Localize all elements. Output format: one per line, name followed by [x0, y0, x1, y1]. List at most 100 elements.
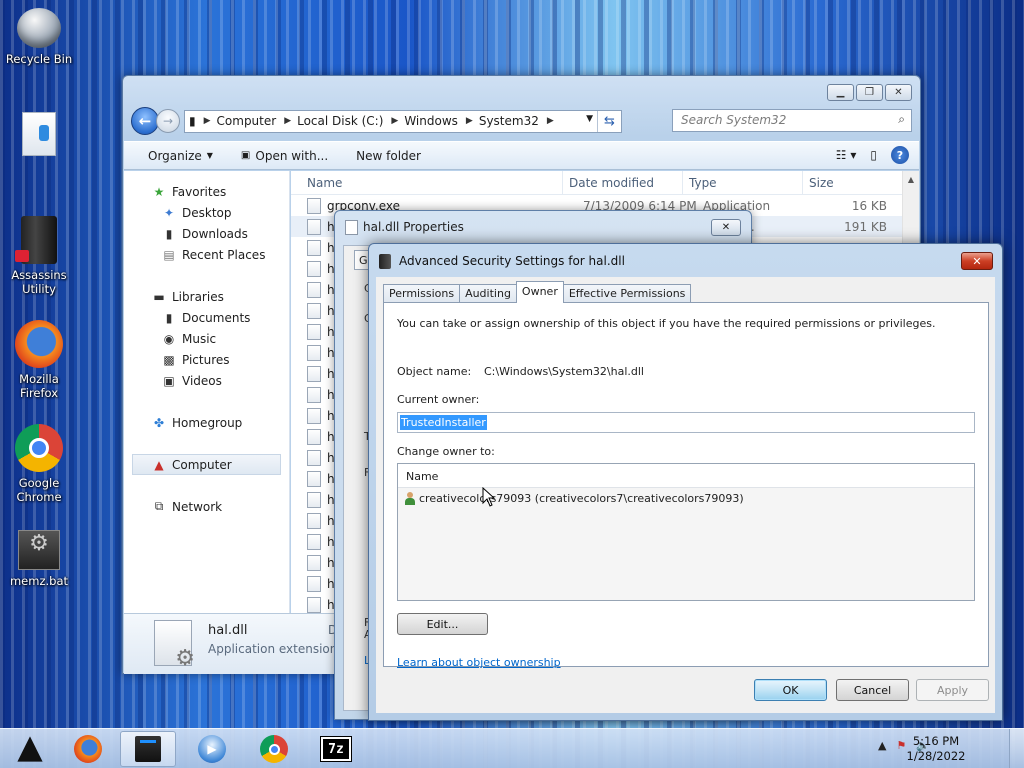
media-player-icon: ▶ [198, 735, 226, 763]
breadcrumb-local-disk[interactable]: Local Disk (C:) [297, 114, 389, 128]
utility-box-icon [15, 216, 57, 264]
breadcrumb-computer[interactable]: Computer [217, 114, 283, 128]
start-logo-icon [17, 736, 43, 762]
nav-desktop[interactable]: ✦ Desktop [124, 202, 289, 223]
nav-recent-places[interactable]: ▤ Recent Places [124, 244, 289, 265]
desktop-icon-firefox[interactable]: Mozilla Firefox [0, 320, 78, 400]
application-icon [307, 197, 321, 214]
help-icon[interactable]: ? [891, 146, 909, 164]
start-button[interactable] [2, 731, 58, 767]
chevron-right-icon[interactable]: ▶ [464, 116, 479, 126]
column-date-modified[interactable]: Date modified [563, 171, 683, 194]
cancel-button[interactable]: Cancel [836, 679, 909, 701]
chevron-right-icon[interactable]: ▶ [545, 116, 560, 126]
desktop-icon-chrome[interactable]: Google Chrome [0, 424, 78, 504]
organize-label: Organize [148, 148, 202, 163]
nav-network[interactable]: ⧉ Network [124, 496, 289, 517]
view-controls: ☷ ▾ ▯ ? [836, 146, 909, 164]
breadcrumb-system32[interactable]: System32 [479, 114, 545, 128]
nav-videos[interactable]: ▣ Videos [124, 370, 289, 391]
desktop-icon-label: Mozilla Firefox [19, 372, 59, 400]
details-file-name: hal.dll [208, 623, 248, 638]
computer-drive-icon: ▮ [189, 114, 196, 128]
column-size[interactable]: Size [803, 171, 873, 194]
nav-pictures[interactable]: ▩ Pictures [124, 349, 289, 370]
open-with-button[interactable]: ▣ Open with... [241, 149, 328, 163]
show-desktop-button[interactable] [1009, 729, 1024, 768]
organize-button[interactable]: Organize ▼ [148, 149, 213, 163]
nav-favorites[interactable]: ★ Favorites [124, 181, 289, 202]
nav-homegroup[interactable]: ✤ Homegroup [124, 412, 289, 433]
documents-icon: ▮ [165, 310, 173, 325]
view-options-icon[interactable]: ☷ ▾ [836, 148, 857, 162]
nav-documents[interactable]: ▮ Documents [124, 307, 289, 328]
chevron-right-icon[interactable]: ▶ [389, 116, 404, 126]
properties-close-button[interactable]: ✕ [711, 219, 741, 236]
nav-label: Pictures [182, 352, 230, 367]
tab-auditing[interactable]: Auditing [459, 284, 517, 303]
forward-button[interactable]: → [156, 109, 180, 133]
desktop-icon-label: Assassins Utility [11, 268, 67, 296]
nav-label: Desktop [182, 205, 232, 220]
taskbar-firefox[interactable] [60, 731, 116, 767]
nav-computer[interactable]: ▲ Computer [132, 454, 281, 475]
scroll-up-icon[interactable]: ▲ [903, 171, 919, 188]
address-bar[interactable]: ▮ ▶ Computer ▶ Local Disk (C:) ▶ Windows… [184, 109, 622, 133]
nav-music[interactable]: ◉ Music [124, 328, 289, 349]
new-folder-button[interactable]: New folder [356, 149, 421, 163]
taskbar-explorer[interactable] [120, 731, 176, 767]
taskbar-chrome[interactable] [246, 731, 302, 767]
chevron-right-icon[interactable]: ▶ [202, 116, 217, 126]
list-header-name[interactable]: Name [398, 464, 974, 488]
dialog-close-button[interactable]: ✕ [961, 252, 993, 270]
back-button[interactable]: ← [131, 107, 159, 135]
nav-label: Libraries [172, 289, 224, 304]
videos-icon: ▣ [163, 373, 175, 388]
chevron-right-icon[interactable]: ▶ [282, 116, 297, 126]
learn-ownership-link[interactable]: Learn about object ownership [397, 656, 561, 669]
search-icon[interactable]: ⌕ [898, 112, 905, 127]
recycle-bin-icon [17, 8, 61, 48]
column-type[interactable]: Type [683, 171, 803, 194]
file-icon [307, 533, 321, 550]
edit-button[interactable]: Edit... [397, 613, 488, 635]
taskbar-media-player[interactable]: ▶ [184, 731, 240, 767]
clock[interactable]: 5:16 PM 1/28/2022 [896, 734, 976, 764]
current-owner-field[interactable]: TrustedInstaller [397, 412, 975, 433]
tray-expand-icon[interactable]: ▲ [878, 739, 886, 752]
refresh-icon[interactable]: ⇆ [597, 110, 621, 132]
nav-label: Documents [182, 310, 251, 325]
minimize-button[interactable]: ▁ [827, 84, 854, 101]
owner-tab-panel: You can take or assign ownership of this… [383, 302, 989, 669]
navigation-row: ← → ▮ ▶ Computer ▶ Local Disk (C:) ▶ Win… [131, 107, 912, 135]
nav-label: Favorites [172, 184, 227, 199]
file-icon [307, 239, 321, 256]
search-input[interactable]: Search System32 ⌕ [672, 109, 912, 132]
maximize-button[interactable]: ❐ [856, 84, 883, 101]
file-icon [345, 220, 358, 235]
file-icon [307, 302, 321, 319]
tab-permissions[interactable]: Permissions [383, 284, 461, 303]
chevron-down-icon[interactable]: ▼ [586, 114, 593, 124]
ok-button[interactable]: OK [754, 679, 827, 701]
apply-button[interactable]: Apply [916, 679, 989, 701]
close-button[interactable]: ✕ [885, 84, 912, 101]
tab-strip: Permissions Auditing Owner Effective Per… [383, 281, 692, 303]
change-owner-list[interactable]: Name creativecolors79093 (creativecolors… [397, 463, 975, 601]
taskbar-7zip[interactable]: 7z [308, 731, 364, 767]
breadcrumb-windows[interactable]: Windows [404, 114, 464, 128]
column-name[interactable]: Name [291, 171, 563, 194]
desktop-icon-document[interactable] [0, 112, 78, 160]
dialog-body: Permissions Auditing Owner Effective Per… [376, 277, 995, 713]
homegroup-icon: ✤ [153, 415, 165, 430]
file-icon [307, 407, 321, 424]
preview-pane-icon[interactable]: ▯ [870, 148, 877, 162]
batch-file-icon [18, 530, 60, 570]
desktop-icon-assassins-utility[interactable]: Assassins Utility [0, 216, 78, 296]
nav-downloads[interactable]: ▮ Downloads [124, 223, 289, 244]
desktop-icon-memz-bat[interactable]: memz.bat [0, 530, 78, 588]
tab-owner[interactable]: Owner [515, 281, 564, 303]
tab-effective-permissions[interactable]: Effective Permissions [562, 284, 692, 303]
desktop-icon-recycle-bin[interactable]: Recycle Bin [0, 8, 78, 66]
nav-libraries[interactable]: ▬ Libraries [124, 286, 289, 307]
